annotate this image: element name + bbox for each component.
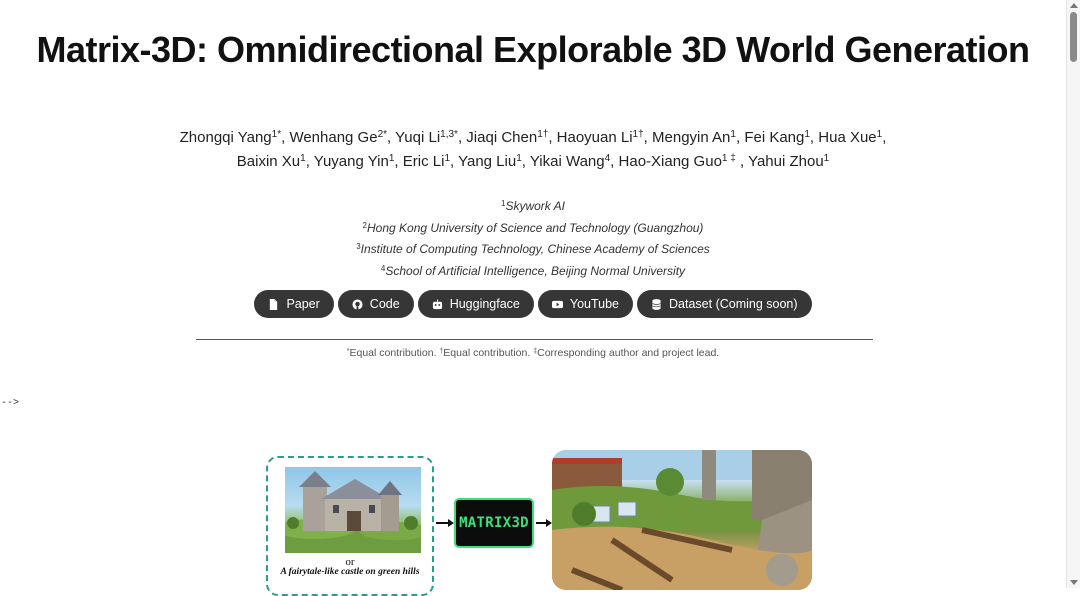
vertical-scrollbar[interactable] (1066, 0, 1080, 588)
author-name: Jiaqi Chen1† (466, 129, 548, 146)
affiliation-name: Institute of Computing Technology, Chine… (360, 242, 710, 256)
arrow-right-icon (436, 519, 454, 527)
author-name: Yang Liu1 (458, 153, 522, 170)
scroll-down-icon[interactable] (1070, 580, 1078, 585)
dataset-button[interactable]: Dataset (Coming soon) (637, 290, 812, 318)
author-affil-mark: 1 (388, 153, 395, 164)
author-affil-mark: 4 (604, 153, 611, 164)
author-affil-mark: 1* (271, 129, 282, 140)
author-name: Yuyang Yin1 (314, 153, 395, 170)
robot-icon (432, 298, 442, 309)
link-buttons: Paper Code Huggingface YouTube Dataset (… (0, 290, 1066, 318)
affiliation-line: 4School of Artificial Intelligence, Beij… (0, 261, 1066, 283)
author-affil-mark: 1 (823, 153, 830, 164)
author-name-text: Fei Kang (744, 129, 805, 146)
author-name-text: Yahui Zhou (748, 153, 824, 170)
author-name: Baixin Xu1 (237, 153, 306, 170)
corr-text: Corresponding author and project lead. (537, 347, 720, 359)
castle-input-image (285, 467, 421, 553)
code-button[interactable]: Code (337, 290, 414, 318)
author-list: Zhongqi Yang1*, Wenhang Ge2*, Yuqi Li1,3… (179, 129, 887, 170)
code-button-label: Code (369, 297, 400, 311)
author-affil-mark: 1 ‡ (721, 153, 736, 164)
author-affil-mark: 1 (516, 153, 522, 164)
author-name: Mengyin An1 (652, 129, 736, 146)
author-name: Yikai Wang4 (530, 153, 610, 170)
author-affil-mark: 1 (804, 129, 810, 140)
author-name: Wenhang Ge2* (289, 129, 387, 146)
author-affil-mark: 2* (377, 129, 388, 140)
author-name: Eric Li1 (403, 153, 450, 170)
author-name-text: Wenhang Ge (289, 129, 378, 146)
paper-button[interactable]: Paper (254, 290, 334, 318)
contribution-note: *Equal contribution. †Equal contribution… (0, 347, 1066, 359)
stray-comment-text: --> (1, 398, 20, 409)
equal-text-2: Equal contribution. (443, 347, 531, 359)
author-affil-mark: 1† (632, 129, 644, 140)
author-name: Hao-Xiang Guo1 ‡ (619, 153, 736, 170)
author-affil-mark: 1 (444, 153, 451, 164)
affiliation-name: Skywork AI (505, 199, 566, 213)
page-title: Matrix-3D: Omnidirectional Explorable 3D… (36, 29, 1030, 70)
huggingface-button-label: Huggingface (449, 297, 520, 311)
author-name: Yuqi Li1,3* (395, 129, 458, 146)
author-affil-mark: 1† (537, 129, 549, 140)
author-name: Zhongqi Yang1* (180, 129, 281, 146)
author-name-text: Yang Liu (458, 153, 517, 170)
affiliation-line: 1Skywork AI (0, 196, 1066, 218)
dataset-button-label: Dataset (Coming soon) (669, 297, 798, 311)
github-icon (352, 298, 363, 310)
author-affil-mark: 1 (876, 129, 883, 140)
divider (196, 339, 873, 340)
page: Matrix-3D: Omnidirectional Explorable 3D… (0, 0, 1066, 596)
equal-text-1: Equal contribution. (349, 347, 437, 359)
castle-illustration (285, 471, 421, 553)
youtube-button-label: YouTube (569, 297, 620, 311)
author-name-text: Mengyin An (652, 129, 731, 146)
author-name-text: Haoyuan Li (556, 129, 633, 146)
affiliation-line: 3Institute of Computing Technology, Chin… (0, 239, 1066, 261)
author-name-text: Jiaqi Chen (466, 129, 538, 146)
affiliation-line: 2Hong Kong University of Science and Tec… (0, 218, 1066, 240)
author-name-text: Zhongqi Yang (179, 129, 272, 146)
youtube-button[interactable]: YouTube (537, 290, 634, 318)
affiliation-list: 1Skywork AI 2Hong Kong University of Scie… (0, 196, 1066, 282)
author-name-text: Yikai Wang (529, 153, 605, 170)
input-panel: or A fairytale-like castle on green hill… (266, 456, 434, 596)
generated-world-image (552, 450, 812, 590)
database-icon (652, 298, 661, 310)
world-scene-illustration (552, 450, 812, 590)
author-name: Fei Kang1 (744, 129, 810, 146)
matrix3d-model-box: MATRIX3D (454, 498, 534, 548)
affiliation-name: School of Artificial Intelligence, Beiji… (385, 263, 686, 278)
author-name-text: Yuyang Yin (313, 153, 389, 170)
input-caption: A fairytale-like castle on green hills (280, 567, 420, 577)
author-name-text: Eric Li (402, 153, 445, 170)
affiliation-name: Hong Kong University of Science and Tech… (367, 220, 704, 235)
author-name: Hua Xue1 (818, 129, 882, 146)
author-name: Haoyuan Li1† (557, 129, 644, 146)
arrow-right-icon (536, 519, 552, 527)
author-name-text: Hua Xue (818, 129, 877, 146)
huggingface-button[interactable]: Huggingface (417, 290, 534, 318)
author-affil-mark: 1 (300, 153, 306, 164)
author-name: Yahui Zhou1 (748, 153, 829, 170)
author-affil-mark: 1,3* (440, 129, 458, 140)
author-affil-mark: 1 (730, 129, 736, 140)
youtube-icon (551, 300, 563, 308)
paper-button-label: Paper (286, 297, 320, 311)
file-pdf-icon (270, 298, 278, 310)
author-name-text: Hao-Xiang Guo (618, 153, 722, 170)
author-name-text: Yuqi Li (395, 129, 441, 146)
scrollbar-thumb[interactable] (1070, 12, 1077, 62)
scroll-up-icon[interactable] (1070, 3, 1078, 8)
author-name-text: Baixin Xu (236, 153, 301, 170)
